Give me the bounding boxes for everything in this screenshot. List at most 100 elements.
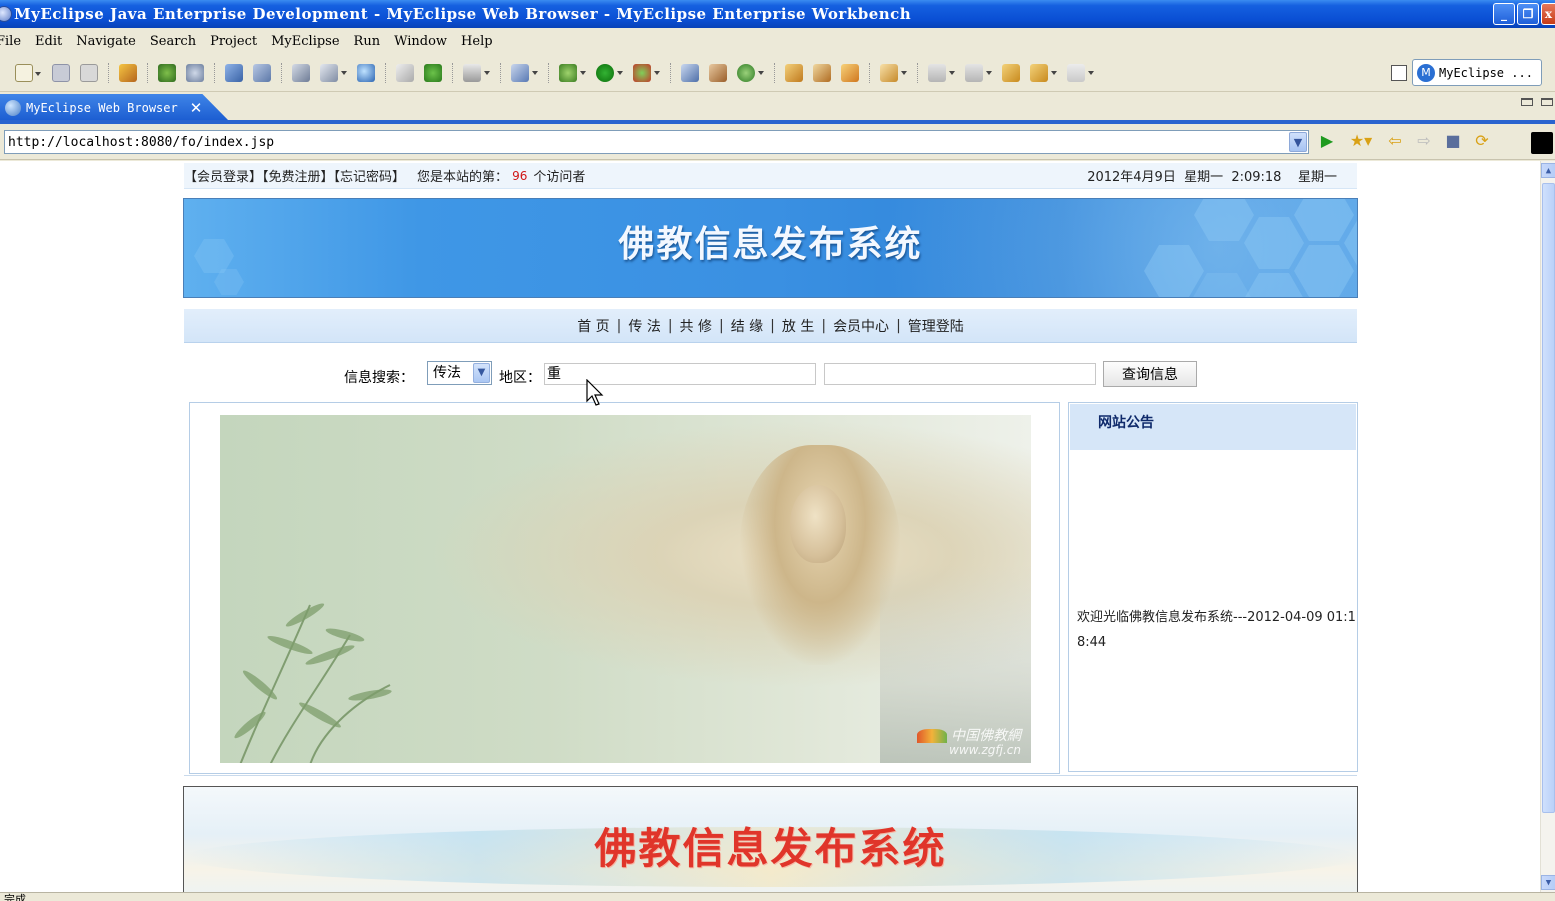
- deploy-icon[interactable]: [225, 63, 243, 82]
- myeclipse-perspective-icon: M: [1417, 63, 1435, 82]
- scroll-down-icon[interactable]: ▼: [1541, 875, 1555, 890]
- current-datetime: 2012年4月9日 星期一 2:09:18 星期一: [1087, 170, 1337, 185]
- menu-window[interactable]: Window: [387, 34, 454, 49]
- last-edit-icon[interactable]: [1002, 63, 1020, 82]
- globe-icon[interactable]: [357, 63, 375, 82]
- open-perspective-icon[interactable]: [1391, 65, 1407, 81]
- camera-icon[interactable]: [463, 63, 490, 82]
- print-icon[interactable]: [80, 63, 98, 82]
- open-file-icon[interactable]: [880, 63, 907, 82]
- search-form: 信息搜索： 传法 ▼ 地区： 重 查询信息: [0, 359, 1540, 391]
- open-folder-icon[interactable]: [785, 63, 803, 82]
- new-class-icon[interactable]: [737, 63, 764, 82]
- go-icon[interactable]: ▶: [1318, 132, 1336, 150]
- menu-project[interactable]: Project: [203, 34, 264, 49]
- next-annotation-icon[interactable]: [928, 63, 955, 82]
- area-input[interactable]: 重: [544, 363, 816, 385]
- server-config-icon[interactable]: [253, 63, 271, 82]
- keyword-input[interactable]: [824, 363, 1096, 385]
- debug-bug-icon[interactable]: [158, 63, 176, 82]
- toolbar-separator: [670, 62, 671, 83]
- forgot-password-link[interactable]: 【忘记密码】: [334, 170, 406, 185]
- run-icon[interactable]: [596, 63, 623, 82]
- editor-tab-row: MyEclipse Web Browser ✕: [0, 92, 1555, 122]
- nav-gongxiu[interactable]: 共 修: [680, 316, 712, 336]
- scroll-up-icon[interactable]: ▲: [1541, 163, 1555, 178]
- notice-panel: 网站公告 欢迎光临佛教信息发布系统---2012-04-09 01:18:44: [1068, 402, 1358, 772]
- web-service-icon[interactable]: [186, 63, 204, 82]
- stop-icon[interactable]: ■: [1444, 132, 1462, 150]
- vertical-scrollbar[interactable]: ▲ ▼: [1540, 161, 1555, 892]
- menu-navigate[interactable]: Navigate: [69, 34, 143, 49]
- nav-chuanfa[interactable]: 传 法: [628, 316, 660, 336]
- login-link[interactable]: 【会员登录】: [184, 170, 262, 185]
- account-links: 【会员登录】【免费注册】【忘记密码】: [184, 166, 405, 185]
- register-link[interactable]: 【免费注册】: [262, 170, 334, 185]
- menu-myeclipse[interactable]: MyEclipse: [264, 34, 346, 49]
- main-image-panel: 中国佛教網 www.zgfj.cn: [189, 402, 1060, 774]
- open-type-icon[interactable]: [292, 63, 310, 82]
- minimize-button[interactable]: _: [1493, 3, 1515, 25]
- back-icon[interactable]: [1030, 63, 1057, 82]
- nav-member-center[interactable]: 会员中心: [833, 316, 889, 336]
- add-server-icon[interactable]: [424, 63, 442, 82]
- notice-title: 网站公告: [1070, 404, 1356, 450]
- pencil-icon[interactable]: [813, 63, 831, 82]
- minimize-view-icon[interactable]: [1521, 98, 1533, 106]
- perspective-switcher[interactable]: M MyEclipse ...: [1412, 59, 1542, 86]
- scroll-thumb[interactable]: [1542, 183, 1555, 813]
- maximize-view-icon[interactable]: [1541, 98, 1553, 106]
- forward-icon[interactable]: [1067, 63, 1094, 82]
- menu-bar: File Edit Navigate Search Project MyEcli…: [0, 28, 1555, 54]
- nav-jieyuan[interactable]: 结 缘: [731, 316, 763, 336]
- category-select[interactable]: 传法 ▼: [427, 361, 492, 385]
- header-banner: 佛教信息发布系统: [183, 198, 1358, 298]
- window-title-bar: MyEclipse Java Enterprise Development - …: [0, 0, 1555, 28]
- category-selected: 传法: [433, 365, 461, 381]
- query-button[interactable]: 查询信息: [1103, 361, 1197, 387]
- window-title: MyEclipse Java Enterprise Development - …: [14, 5, 912, 23]
- toolbar-separator: [774, 62, 775, 83]
- chevron-down-icon[interactable]: ▼: [473, 363, 490, 383]
- edit-icon[interactable]: [841, 63, 859, 82]
- package-icon[interactable]: [119, 63, 137, 82]
- nav-home[interactable]: 首 页: [577, 316, 609, 336]
- browser-nav-icons: ▶ ★▾ ⇦ ⇨ ■ ⟳: [1318, 132, 1491, 150]
- previous-annotation-icon[interactable]: [965, 63, 992, 82]
- menu-help[interactable]: Help: [454, 34, 500, 49]
- open-resource-icon[interactable]: [320, 63, 347, 82]
- forward-icon[interactable]: ⇨: [1415, 132, 1433, 150]
- myeclipse-app-icon[interactable]: [0, 6, 12, 22]
- new-package-icon[interactable]: [709, 63, 727, 82]
- wizard-icon[interactable]: [511, 63, 538, 82]
- image-watermark: 中国佛教網 www.zgfj.cn: [917, 729, 1021, 757]
- new-project-icon[interactable]: [681, 63, 699, 82]
- menu-search[interactable]: Search: [143, 34, 203, 49]
- nav-fangsheng[interactable]: 放 生: [782, 316, 814, 336]
- menu-edit[interactable]: Edit: [28, 34, 69, 49]
- url-history-dropdown[interactable]: ▼: [1289, 132, 1307, 152]
- banner-title: 佛教信息发布系统: [618, 224, 923, 265]
- close-tab-icon[interactable]: ✕: [190, 99, 203, 117]
- console-icon[interactable]: [1531, 132, 1553, 154]
- main-toolbar: M MyEclipse ...: [0, 54, 1555, 92]
- restore-button[interactable]: ❐: [1517, 3, 1539, 25]
- debug-icon[interactable]: [559, 63, 586, 82]
- external-tools-icon[interactable]: [633, 63, 660, 82]
- favorites-icon[interactable]: ★▾: [1347, 132, 1375, 150]
- new-icon[interactable]: [15, 63, 41, 82]
- nav-separator: |: [770, 317, 775, 334]
- menu-run[interactable]: Run: [347, 34, 388, 49]
- toolbar-separator: [281, 62, 282, 83]
- menu-file[interactable]: File: [0, 34, 28, 49]
- close-button[interactable]: x: [1541, 3, 1555, 25]
- nav-admin-login[interactable]: 管理登陆: [908, 316, 964, 336]
- refresh-icon[interactable]: ⟳: [1473, 132, 1491, 150]
- tab-web-browser[interactable]: MyEclipse Web Browser ✕: [0, 94, 230, 122]
- nav-separator: |: [896, 317, 901, 334]
- back-icon[interactable]: ⇦: [1386, 132, 1404, 150]
- visitor-count: 96: [512, 168, 528, 183]
- url-input[interactable]: http://localhost:8080/fo/index.jsp ▼: [4, 130, 1309, 154]
- folder-icon[interactable]: [396, 63, 414, 82]
- save-icon[interactable]: [52, 63, 70, 82]
